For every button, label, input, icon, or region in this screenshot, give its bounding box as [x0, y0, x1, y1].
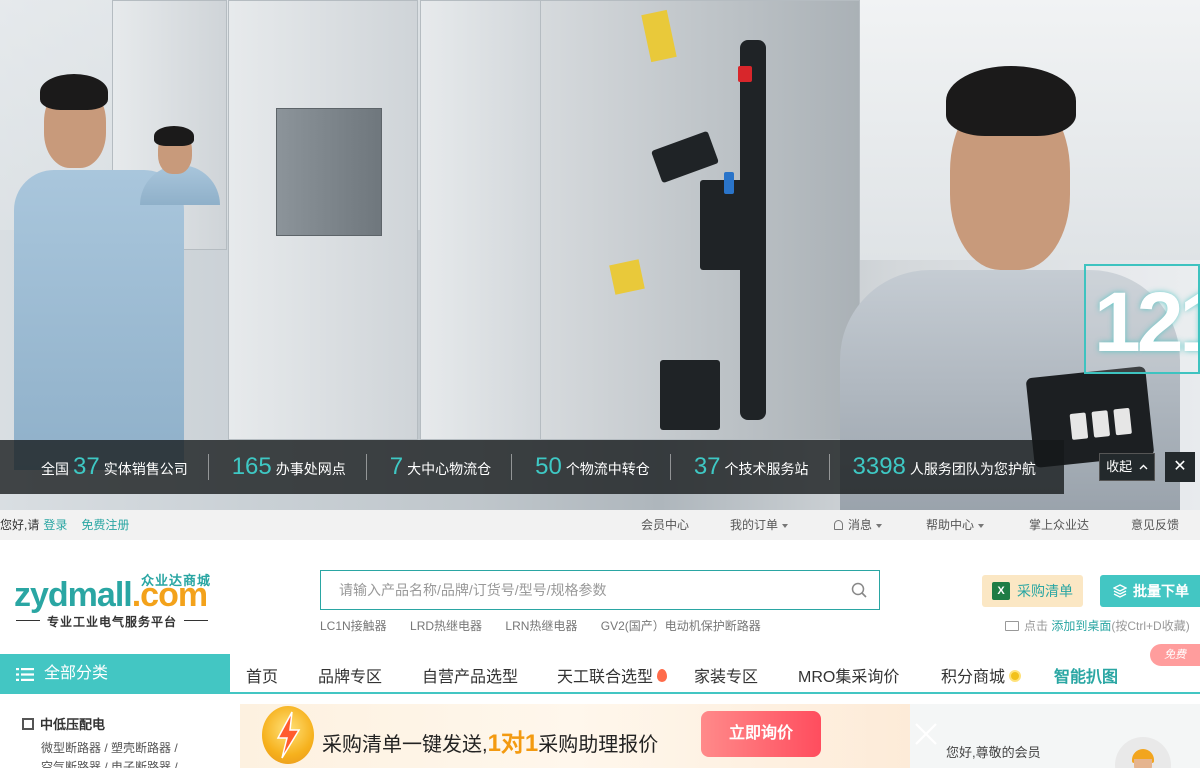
switch-block-lower — [660, 360, 720, 430]
nav-product-selection[interactable]: 自营产品选型 — [422, 663, 518, 687]
search-box[interactable] — [320, 570, 880, 610]
cabinet-window — [276, 108, 382, 236]
lightning-icon — [262, 706, 314, 764]
nav-brand-zone[interactable]: 品牌专区 — [318, 663, 382, 687]
free-badge: 免费 — [1150, 644, 1200, 666]
site-logo[interactable]: 众业达商城 zydmall.com 专业工业电气服务平台 — [14, 566, 214, 630]
nav-smart-image[interactable]: 智能扒图 — [1054, 663, 1118, 687]
page: 121 全国 37 实体销售公司 165 办事处网点 7 大中心物流仓 50 个… — [0, 0, 1200, 768]
hot-word[interactable]: LRN热继电器 — [505, 619, 577, 633]
caret-down-icon — [876, 523, 883, 528]
bulk-order-button[interactable]: 批量下单 — [1100, 575, 1200, 607]
category-title[interactable]: 中低压配电 — [22, 714, 105, 733]
overlay-number: 121 — [1084, 264, 1200, 374]
hot-search-words: LC1N接触器 LRD热继电器 LRN热继电器 GV2(国产）电动机保护断路器 — [320, 617, 781, 634]
inquire-now-button[interactable]: 立即询价 — [701, 711, 821, 757]
promo-text: 采购清单一键发送,1对1采购助理报价 — [322, 730, 659, 757]
add-to-desktop: 点击 添加到桌面(按Ctrl+D收藏) — [1005, 617, 1190, 634]
login-link[interactable]: 登录 — [43, 518, 67, 532]
nav-mro-inquiry[interactable]: MRO集采询价 — [798, 663, 899, 687]
add-to-desktop-link[interactable]: 添加到桌面 — [1051, 619, 1111, 633]
search-input[interactable] — [321, 571, 841, 609]
coin-icon — [1009, 670, 1022, 682]
stat-service-team: 3398 人服务团队为您护航 — [828, 440, 1056, 494]
login-prompt: 您好,请 登录 免费注册 — [0, 518, 130, 532]
stat-offices: 165 办事处网点 — [207, 440, 366, 494]
caret-down-icon — [978, 523, 985, 528]
blue-indicator — [724, 172, 734, 194]
top-bar: 您好,请 登录 免费注册 会员中心 我的订单 消息 帮助中心 掌上众业达 意见反馈 — [0, 510, 1200, 540]
cable-duct — [740, 40, 766, 420]
close-icon[interactable] — [912, 720, 940, 748]
cabinet-middle — [420, 0, 560, 440]
promo-bar: 采购清单一键发送,1对1采购助理报价 立即询价 — [240, 704, 910, 768]
fire-icon — [657, 669, 668, 682]
messages-menu[interactable]: 消息 — [834, 510, 883, 540]
feedback-link[interactable]: 意见反馈 — [1131, 510, 1179, 540]
category-sub-line[interactable]: 微型断路器 / 塑壳断路器 / — [41, 739, 178, 756]
my-orders-menu[interactable]: 我的订单 — [730, 510, 789, 540]
hot-word[interactable]: LRD热继电器 — [410, 619, 482, 633]
warning-label-lower — [609, 259, 645, 295]
bell-icon — [834, 520, 843, 530]
close-icon: ✕ — [1173, 458, 1187, 475]
stat-sales-companies: 全国 37 实体销售公司 — [41, 453, 188, 480]
search-icon[interactable] — [851, 582, 867, 598]
category-icon — [22, 718, 34, 730]
hero-banner[interactable]: 121 全国 37 实体销售公司 165 办事处网点 7 大中心物流仓 50 个… — [0, 0, 1200, 510]
member-greeting: 您好,尊敬的会员 — [946, 745, 1041, 760]
red-indicator — [738, 66, 752, 82]
list-menu-icon — [16, 668, 34, 681]
stats-strip: 全国 37 实体销售公司 165 办事处网点 7 大中心物流仓 50 个物流中转… — [0, 440, 1200, 494]
purchase-list-button[interactable]: X 采购清单 — [982, 575, 1083, 607]
stat-transit-warehouses: 50 个物流中转仓 — [511, 440, 670, 494]
hot-word[interactable]: LC1N接触器 — [320, 619, 387, 633]
hot-word[interactable]: GV2(国产）电动机保护断路器 — [601, 619, 761, 633]
stat-tech-stations: 37 个技术服务站 — [669, 440, 829, 494]
caret-down-icon — [782, 523, 789, 528]
mobile-app-link[interactable]: 掌上众业达 — [1029, 510, 1089, 540]
close-banner-button[interactable]: ✕ — [1165, 452, 1195, 482]
nav-home[interactable]: 首页 — [246, 663, 278, 687]
help-center-menu[interactable]: 帮助中心 — [926, 510, 985, 540]
register-link[interactable]: 免费注册 — [81, 518, 129, 532]
nav-points-mall[interactable]: 积分商城 — [941, 663, 1022, 687]
stat-logistics-centers: 7 大中心物流仓 — [365, 440, 511, 494]
member-center-link[interactable]: 会员中心 — [641, 510, 689, 540]
layers-icon — [1113, 584, 1127, 598]
nav-home-decor[interactable]: 家装专区 — [694, 663, 758, 687]
nav-tiangong-selection[interactable]: 天工联合选型 — [557, 663, 668, 687]
collapse-banner-button[interactable]: 收起 — [1099, 453, 1155, 481]
excel-icon: X — [992, 582, 1010, 600]
all-categories-button[interactable]: 全部分类 — [0, 654, 230, 694]
monitor-icon — [1005, 621, 1019, 631]
chevron-up-icon — [1139, 464, 1148, 470]
category-sub-line[interactable]: 空气断路器 / 电子断路器 / — [41, 758, 178, 768]
